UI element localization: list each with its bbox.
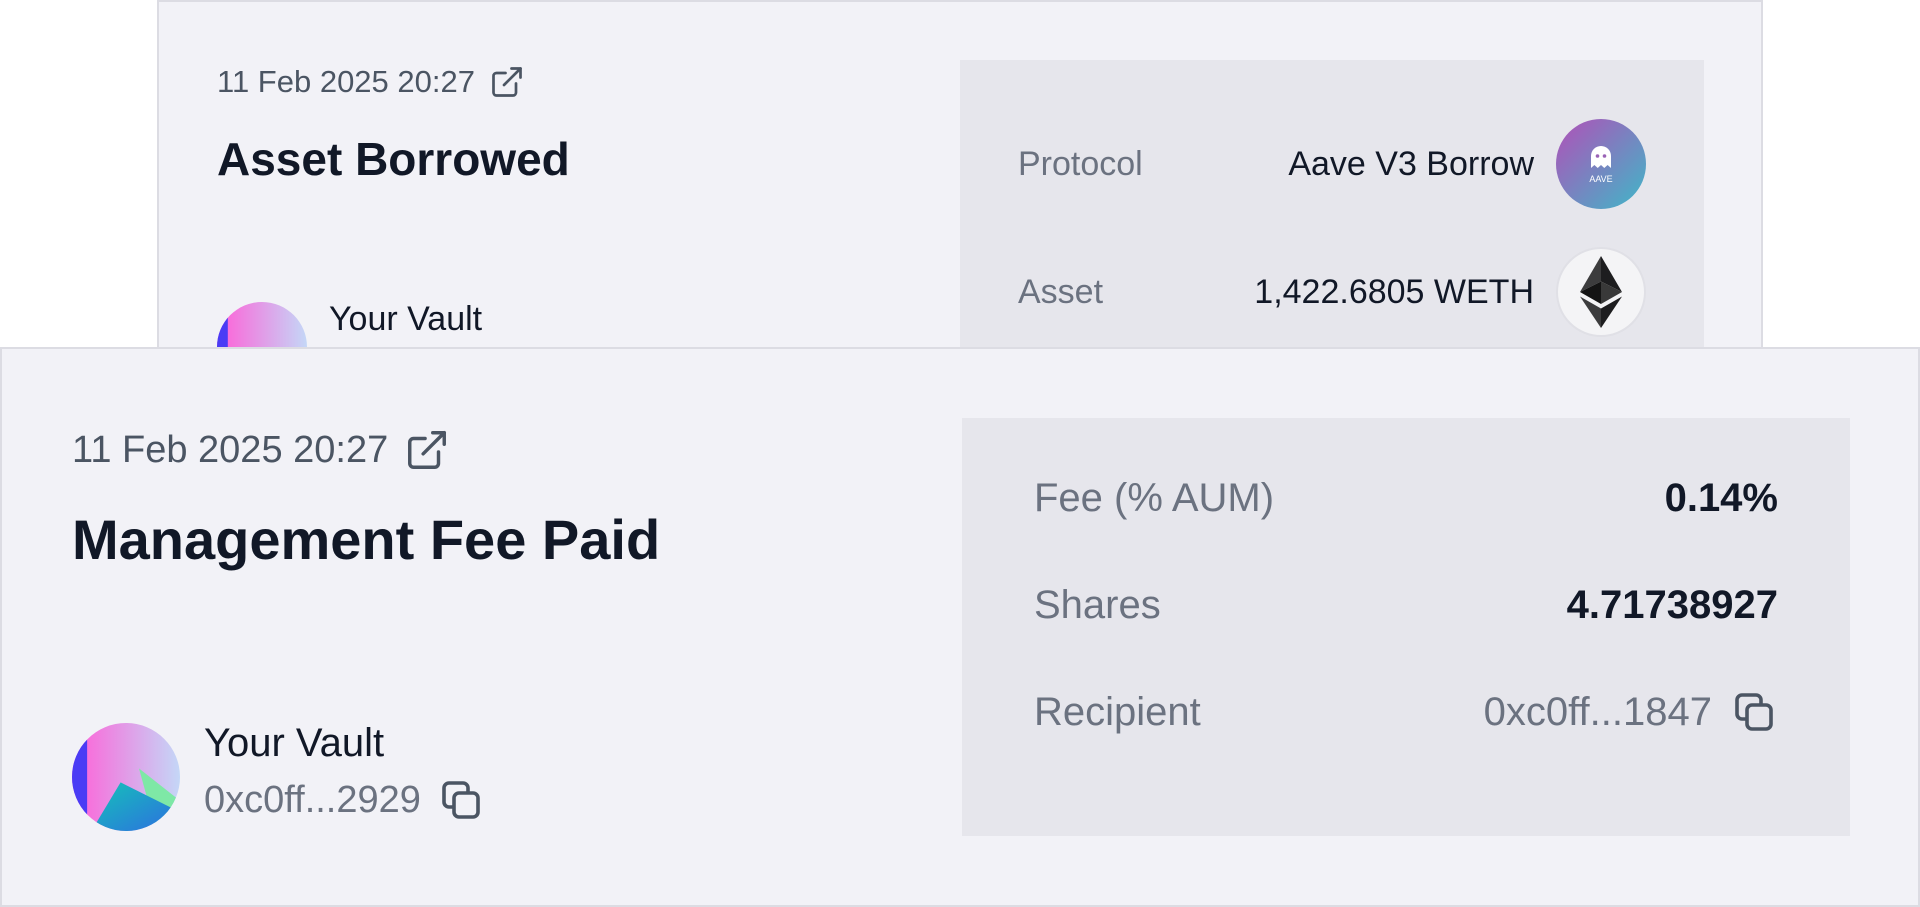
detail-label: Asset — [1018, 272, 1104, 311]
copy-icon[interactable] — [437, 776, 485, 824]
vault-name: Your Vault — [329, 300, 483, 338]
event-timestamp-row: 11 Feb 2025 20:27 — [72, 427, 450, 473]
recipient-value: 0xc0ff...1847 — [1484, 688, 1778, 736]
protocol-name: Aave V3 Borrow — [1288, 144, 1534, 183]
detail-label: Shares — [1034, 582, 1161, 627]
detail-label: Recipient — [1034, 689, 1201, 734]
aave-logo-text: AAVE — [1589, 174, 1612, 184]
detail-row-asset: Asset 1,422.6805 WETH — [960, 246, 1704, 338]
detail-row-protocol: Protocol Aave V3 Borrow AAVE — [960, 118, 1704, 210]
detail-label: Protocol — [1018, 144, 1143, 183]
activity-card-asset-borrowed: 11 Feb 2025 20:27 Asset Borrowed Your Va… — [157, 0, 1763, 392]
detail-row-shares: Shares 4.71738927 — [962, 575, 1850, 635]
event-timestamp-row: 11 Feb 2025 20:27 — [217, 64, 525, 100]
details-panel: Protocol Aave V3 Borrow AAVE Asset 1,422… — [960, 60, 1704, 360]
shares-value: 4.71738927 — [1566, 582, 1778, 627]
recipient-address: 0xc0ff...1847 — [1483, 689, 1712, 734]
event-title: Management Fee Paid — [72, 508, 661, 571]
detail-row-fee: Fee (% AUM) 0.14% — [962, 468, 1850, 528]
vault-info: Your Vault 0xc0ff...2929 — [72, 721, 485, 831]
vault-address-row: 0xc0ff...2929 — [204, 776, 485, 824]
asset-amount: 1,422.6805 WETH — [1254, 272, 1534, 311]
activity-card-management-fee: 11 Feb 2025 20:27 Management Fee Paid Yo… — [0, 347, 1920, 907]
ethereum-icon — [1556, 247, 1646, 337]
external-link-icon[interactable] — [404, 427, 450, 473]
asset-value: 1,422.6805 WETH — [1254, 247, 1646, 337]
event-timestamp: 11 Feb 2025 20:27 — [72, 428, 389, 471]
vault-name: Your Vault — [204, 721, 385, 765]
details-panel: Fee (% AUM) 0.14% Shares 4.71738927 Reci… — [962, 418, 1850, 836]
vault-address: 0xc0ff...2929 — [204, 778, 421, 821]
copy-icon[interactable] — [1730, 688, 1778, 736]
fee-value: 0.14% — [1664, 475, 1778, 520]
protocol-value: Aave V3 Borrow AAVE — [1288, 119, 1646, 209]
vault-avatar — [72, 723, 180, 831]
external-link-icon[interactable] — [489, 64, 525, 100]
event-timestamp: 11 Feb 2025 20:27 — [217, 64, 475, 99]
aave-logo-icon: AAVE — [1556, 119, 1646, 209]
event-title: Asset Borrowed — [217, 133, 570, 185]
detail-row-recipient: Recipient 0xc0ff...1847 — [962, 682, 1850, 742]
detail-label: Fee (% AUM) — [1034, 475, 1275, 520]
